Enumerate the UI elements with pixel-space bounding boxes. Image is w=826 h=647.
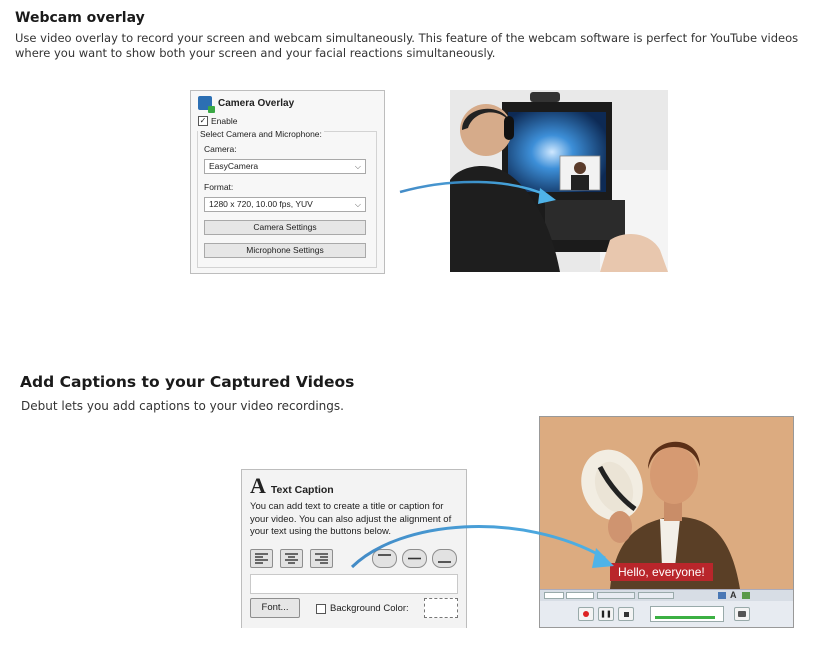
valign-top-icon <box>378 554 391 556</box>
camera-label: Camera: <box>204 144 237 154</box>
webcam-recording-photo <box>450 90 668 272</box>
valign-middle-icon <box>408 557 421 560</box>
align-center-button[interactable] <box>280 549 303 568</box>
align-center-icon <box>285 553 298 564</box>
background-color-swatch[interactable] <box>424 598 458 618</box>
valign-bottom-icon <box>438 561 451 563</box>
camera-overlay-icon <box>198 96 215 113</box>
camera-select-value: EasyCamera <box>209 161 259 171</box>
camera-settings-button[interactable]: Camera Settings <box>204 220 366 235</box>
format-select-value: 1280 x 720, 10.00 fps, YUV <box>209 199 313 209</box>
camera-overlay-panel: Camera Overlay ✓ Enable Select Camera an… <box>190 90 385 274</box>
format-label: Format: <box>204 182 234 192</box>
section-description-add-captions: Debut lets you add captions to your vide… <box>21 399 344 413</box>
description-line: Use video overlay to record your screen … <box>15 31 799 45</box>
align-left-button[interactable] <box>250 549 273 568</box>
image-icon[interactable] <box>742 592 750 599</box>
text-caption-header: A Text Caption <box>250 473 334 498</box>
toolbar-field[interactable] <box>544 592 564 599</box>
help-line: You can add text to create a title or ca… <box>250 501 444 512</box>
camera-icon <box>738 611 746 617</box>
record-button[interactable] <box>578 607 594 621</box>
toolbar-button[interactable] <box>638 592 674 599</box>
video-icon[interactable] <box>718 592 726 599</box>
background-color-label: Background Color: <box>330 603 409 614</box>
toolbar-dropdown[interactable] <box>566 592 594 599</box>
caption-example-photo: Hello, everyone! A ❚❚ <box>539 416 794 628</box>
record-icon <box>583 611 589 617</box>
section-title-add-captions: Add Captions to your Captured Videos <box>20 373 355 391</box>
description-line: where you want to show both your screen … <box>15 46 496 60</box>
pause-icon: ❚❚ <box>600 610 612 618</box>
text-caption-icon: A <box>250 473 266 498</box>
section-description-webcam-overlay: Use video overlay to record your screen … <box>15 31 798 61</box>
recording-status-display <box>650 606 724 622</box>
enable-label: Enable <box>211 116 238 126</box>
help-line: your text using the buttons below. <box>250 526 392 537</box>
section-title-webcam-overlay: Webcam overlay <box>15 10 145 26</box>
pause-button[interactable]: ❚❚ <box>598 607 614 621</box>
stop-button[interactable] <box>618 607 634 621</box>
toolbar-button[interactable] <box>597 592 635 599</box>
caption-text-input[interactable] <box>250 574 458 594</box>
text-caption-panel: A Text Caption You can add text to creat… <box>241 469 467 628</box>
valign-middle-button[interactable] <box>402 549 427 568</box>
align-right-button[interactable] <box>310 549 333 568</box>
background-color-checkbox[interactable] <box>316 603 326 614</box>
text-caption-icon[interactable]: A <box>730 590 737 600</box>
align-left-icon <box>255 553 268 564</box>
font-button[interactable]: Font... <box>250 598 300 618</box>
camera-select[interactable]: EasyCamera ⌵ <box>204 159 366 174</box>
align-right-icon <box>315 553 328 564</box>
text-caption-help: You can add text to create a title or ca… <box>250 501 462 539</box>
stop-icon <box>623 612 629 617</box>
camera-overlay-title: Camera Overlay <box>218 97 295 109</box>
camera-overlay-header: Camera Overlay <box>198 96 295 113</box>
background-color-row[interactable]: Background Color: <box>316 603 409 614</box>
webcam-photo-illustration <box>450 90 668 272</box>
format-select[interactable]: 1280 x 720, 10.00 fps, YUV ⌵ <box>204 197 366 212</box>
audio-level-meter <box>655 616 715 619</box>
snapshot-button[interactable] <box>734 607 750 621</box>
recorder-toolbar-bottom: ❚❚ <box>540 601 793 627</box>
caption-overlay-text: Hello, everyone! <box>610 563 713 581</box>
enable-checkbox[interactable]: ✓ <box>198 116 208 126</box>
chevron-down-icon: ⌵ <box>354 162 361 171</box>
help-line: your video. You can also adjust the alig… <box>250 513 452 525</box>
valign-bottom-button[interactable] <box>432 549 457 568</box>
group-label: Select Camera and Microphone: <box>198 129 324 139</box>
enable-checkbox-row[interactable]: ✓ Enable <box>198 116 237 126</box>
text-caption-title: Text Caption <box>270 484 334 496</box>
microphone-settings-button[interactable]: Microphone Settings <box>204 243 366 258</box>
chevron-down-icon: ⌵ <box>354 200 361 209</box>
valign-top-button[interactable] <box>372 549 397 568</box>
